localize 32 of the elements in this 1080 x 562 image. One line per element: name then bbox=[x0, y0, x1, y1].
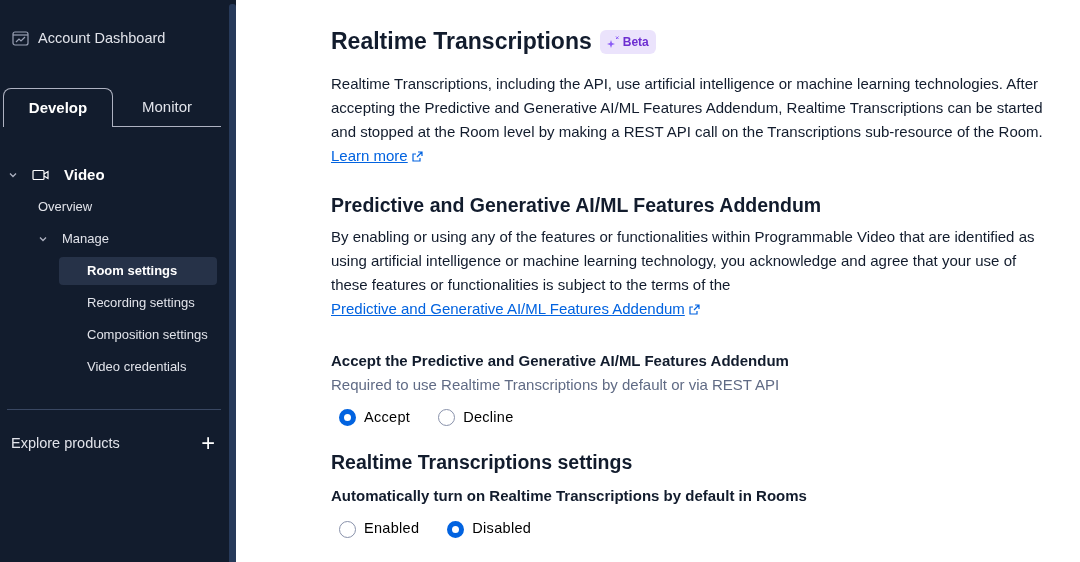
nav-item[interactable]: Room settings bbox=[59, 256, 217, 285]
field-label: Automatically turn on Realtime Transcriptions by default in Rooms bbox=[331, 486, 808, 507]
radio-option[interactable]: Disabled bbox=[447, 518, 532, 540]
beta-badge: Beta bbox=[599, 29, 656, 54]
link[interactable]: Learn more bbox=[331, 146, 423, 164]
sidebar-tab[interactable]: Develop bbox=[3, 87, 113, 127]
section-heading: Predictive and Generative AI/ML Features Addendum bbox=[331, 193, 823, 217]
field-label: Accept the Predictive and Generative AI/ML Features Addendum bbox=[331, 351, 790, 371]
external-link-icon bbox=[411, 150, 423, 162]
radio-option[interactable]: Decline bbox=[438, 407, 514, 429]
nav-item[interactable]: Recording settings bbox=[59, 288, 217, 317]
video-camera-icon bbox=[32, 168, 50, 181]
external-link-icon bbox=[688, 304, 700, 315]
radio-option[interactable]: Enabled bbox=[339, 518, 420, 540]
add-button[interactable]: + bbox=[201, 431, 215, 456]
account-dashboard-link[interactable]: Account Dashboard bbox=[38, 28, 166, 50]
radio-option[interactable]: Accept bbox=[339, 407, 411, 429]
field-hint: Required to use Realtime Transcriptions by default or via REST API bbox=[331, 375, 781, 395]
page-title: Realtime Transcriptions bbox=[331, 28, 592, 56]
nav-item[interactable]: Overview bbox=[0, 192, 229, 221]
nav-item[interactable]: Composition settings bbox=[59, 320, 217, 349]
nav-section[interactable]: Video bbox=[0, 160, 229, 189]
nav-item[interactable]: Manage bbox=[0, 224, 229, 253]
section-heading: Realtime Transcriptions settings bbox=[331, 450, 634, 475]
scrollbar[interactable] bbox=[229, 4, 236, 562]
nav-item[interactable]: Video credentials bbox=[59, 352, 217, 381]
explore-products-label: Explore products bbox=[11, 433, 120, 453]
link[interactable]: Predictive and Generative AI/ML Features Addendum bbox=[331, 300, 700, 317]
intro-paragraph: Realtime Transcriptions, including the API, use artificial intelligence or machine learning technologies. After accepting the Predictive and Generative AI/ML Features Addendum, Realtime Transcriptions can be started and stopped at the Room level by making a REST API call on the Transcriptions sub-resource of the Room. Learn more bbox=[331, 73, 1044, 166]
chart-icon bbox=[12, 31, 29, 47]
sidebar-tab[interactable]: Monitor bbox=[113, 87, 221, 127]
addendum-paragraph: By enabling or using any of the features or functionalities within Programmable Video that are identified as using artificial intelligence or machine learning technology, you acknowledge and agree that your use of these features or functionalities is subject to the terms of the Predictive and Generative AI/ML Features Addendum bbox=[331, 227, 1036, 319]
